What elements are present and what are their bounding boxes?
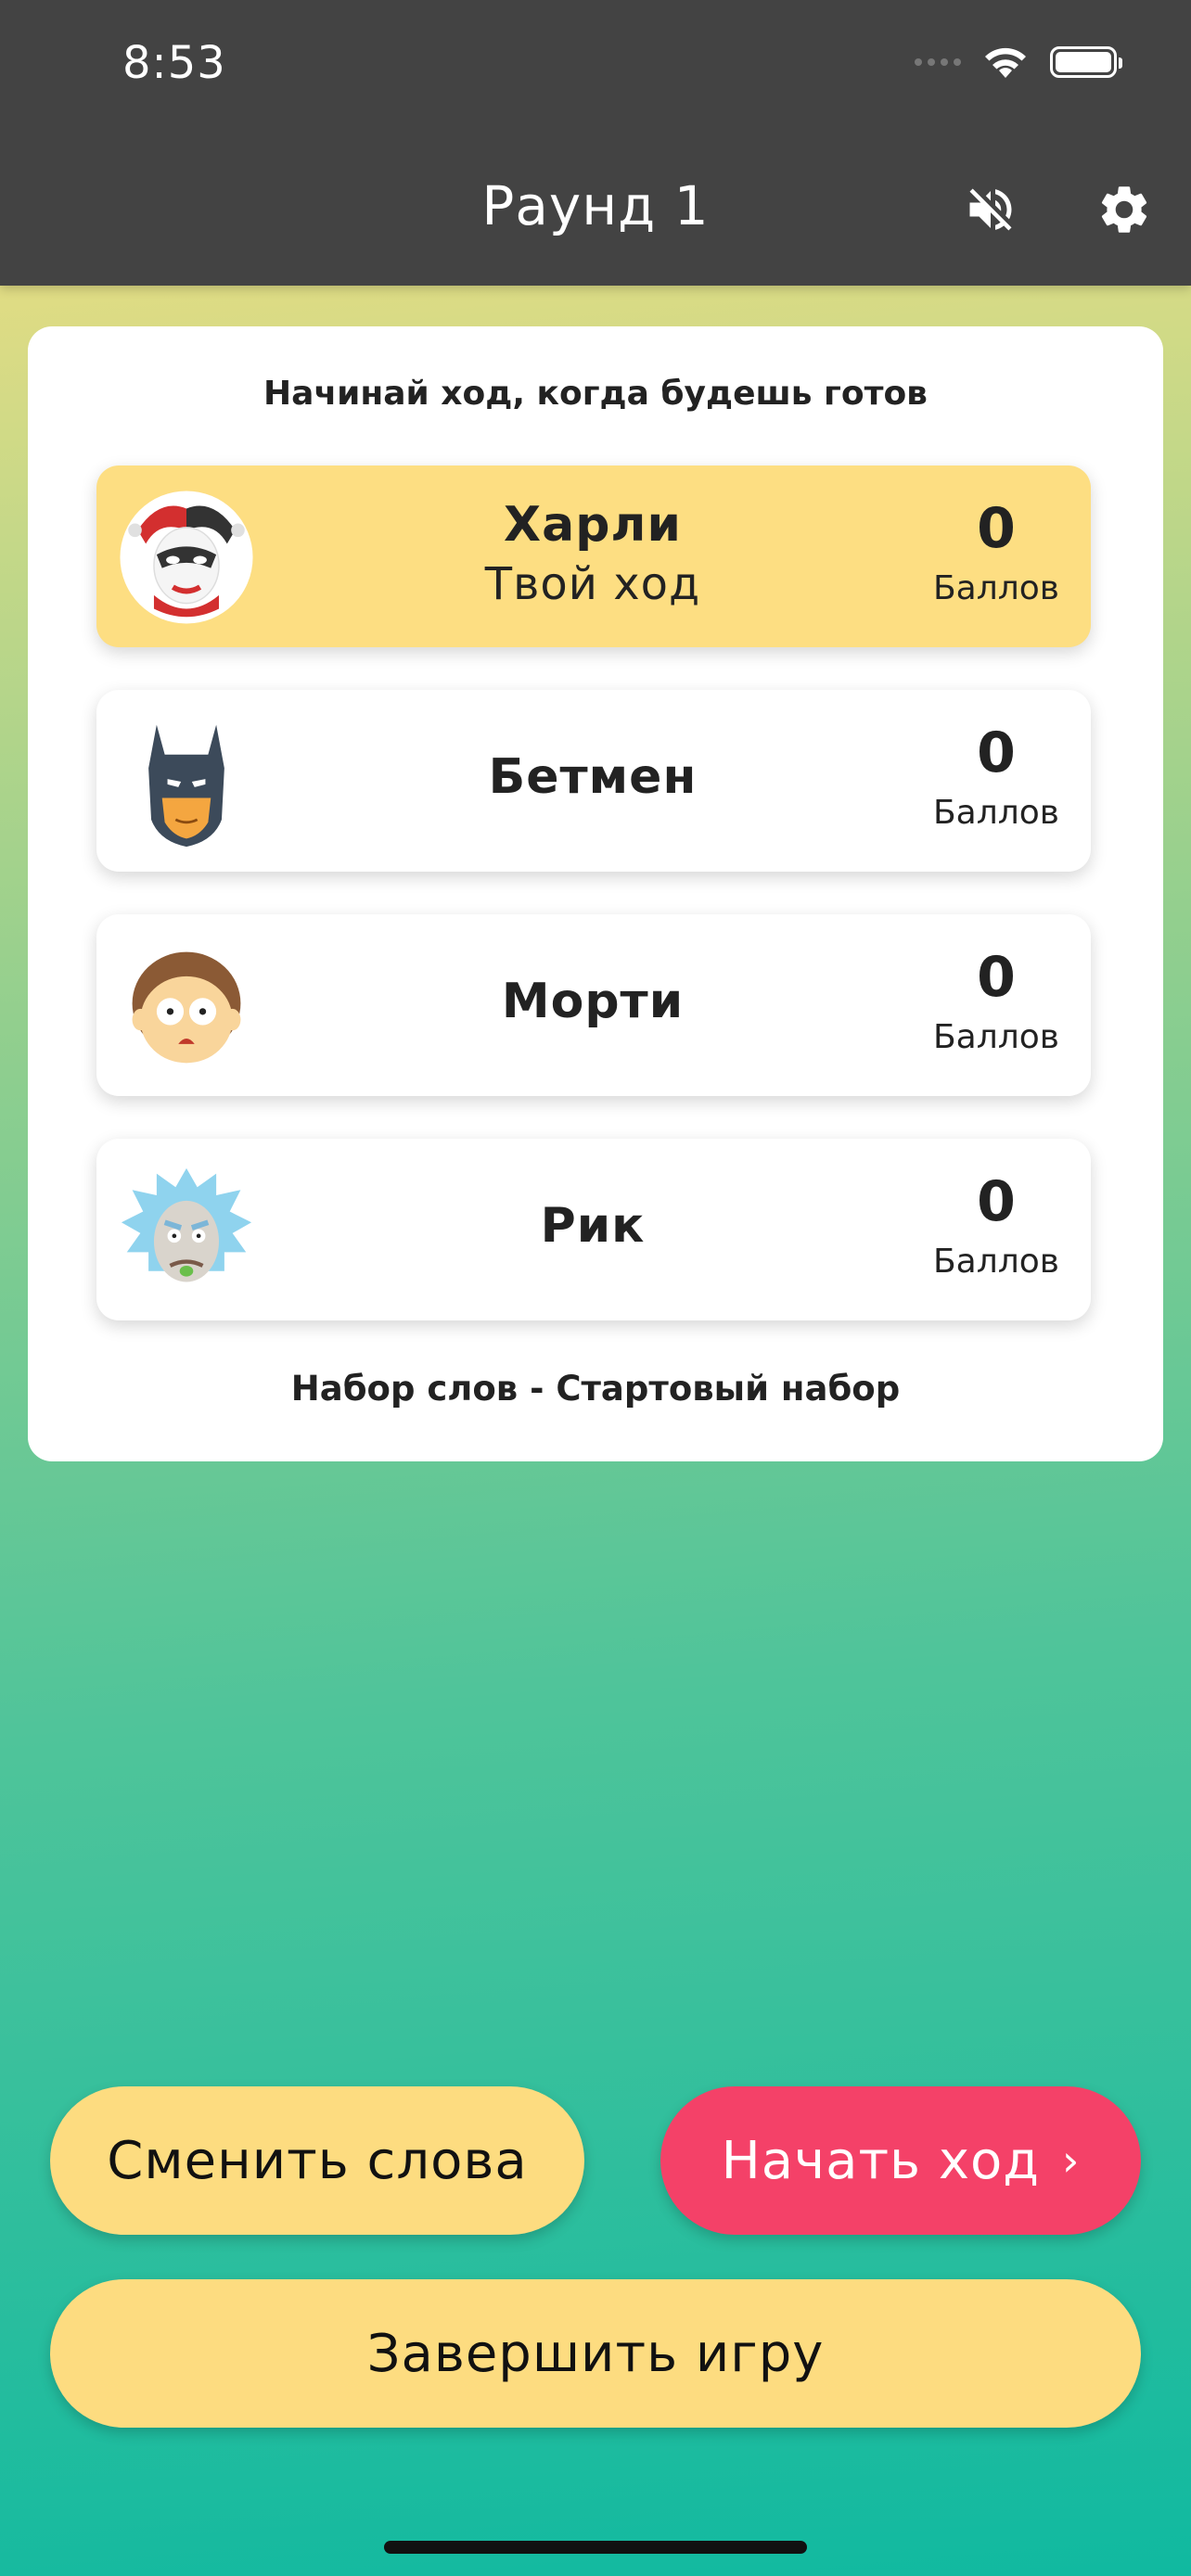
player-turn-label: Твой ход [484, 558, 701, 610]
player-score: 0 [977, 945, 1016, 1010]
batman-avatar [148, 724, 224, 848]
change-words-button[interactable]: Сменить слова [50, 2086, 584, 2235]
player-name: Рик [540, 1198, 646, 1254]
player-score: 0 [977, 496, 1016, 561]
turn-hint: Начинай ход, когда будешь готов [263, 375, 928, 413]
player-name: Харли [504, 497, 682, 553]
settings-button[interactable] [1095, 180, 1154, 239]
player-score-label: Баллов [932, 794, 1060, 832]
player-row-batman[interactable]: Бетмен 0 Баллов [96, 690, 1091, 872]
player-row-rick[interactable]: Рик 0 Баллов [96, 1139, 1091, 1320]
player-row-harley[interactable]: Харли Твой ход 0 Баллов [96, 465, 1091, 647]
player-name: Морти [501, 974, 685, 1029]
status-icons [915, 45, 1122, 80]
player-score-label: Баллов [932, 1018, 1060, 1056]
morty-avatar [132, 951, 241, 1064]
player-score: 0 [977, 1169, 1016, 1234]
mute-button[interactable] [961, 180, 1020, 239]
rick-avatar [121, 1167, 252, 1282]
harley-quinn-avatar [120, 491, 253, 624]
home-indicator[interactable] [384, 2541, 807, 2554]
wifi-icon [985, 47, 1026, 78]
app-header: 8:53 Раунд 1 [0, 0, 1191, 286]
start-turn-button[interactable]: Начать ход › [660, 2086, 1141, 2235]
chevron-right-icon: › [1061, 2136, 1081, 2186]
end-game-label: Завершить игру [366, 2323, 825, 2384]
change-words-label: Сменить слова [107, 2130, 528, 2191]
word-set-label: Набор слов - Стартовый набор [290, 1369, 901, 1409]
gear-icon [1101, 186, 1147, 233]
player-score-label: Баллов [932, 1243, 1060, 1281]
end-game-button[interactable]: Завершить игру [50, 2279, 1141, 2428]
player-name: Бетмен [488, 749, 698, 805]
player-row-morty[interactable]: Морти 0 Баллов [96, 914, 1091, 1096]
players-card: Начинай ход, когда будешь готов Харли Тв… [28, 326, 1163, 1461]
start-turn-label: Начать ход [721, 2130, 1040, 2191]
player-score: 0 [977, 721, 1016, 785]
player-score-label: Баллов [932, 569, 1060, 607]
cellular-signal-icon [915, 58, 961, 66]
battery-icon [1050, 46, 1122, 78]
volume-off-icon [969, 188, 1012, 231]
status-time: 8:53 [122, 37, 226, 89]
